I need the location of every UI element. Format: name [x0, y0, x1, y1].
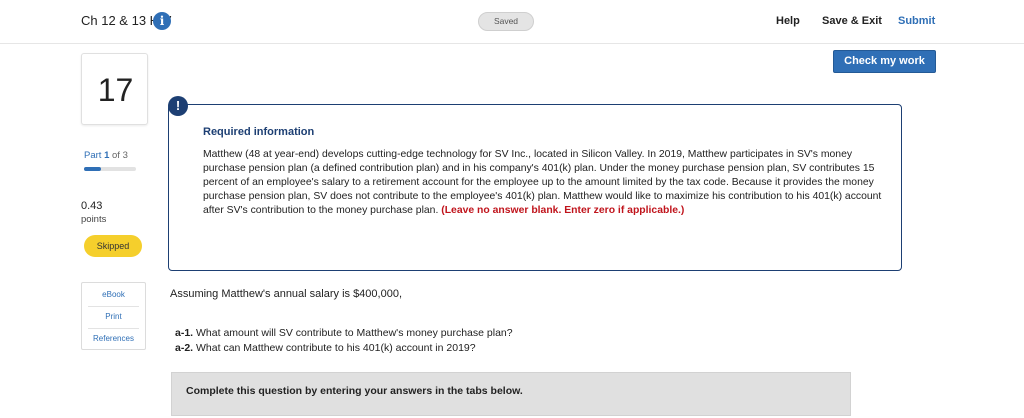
a1-label: a-1. — [175, 327, 194, 339]
required-information-warning: (Leave no answer blank. Enter zero if ap… — [441, 205, 685, 216]
skipped-badge: Skipped — [84, 235, 142, 257]
complete-question-text: Complete this question by entering your … — [186, 385, 523, 397]
check-my-work-button[interactable]: Check my work — [833, 50, 936, 73]
question-a1: a-1. What amount will SV contribute to M… — [175, 327, 513, 339]
references-link[interactable]: References — [82, 334, 145, 343]
saved-status-badge: Saved — [478, 12, 534, 31]
assumption-text: Assuming Matthew's annual salary is $400… — [170, 288, 403, 300]
required-information-box: Required information Matthew (48 at year… — [168, 104, 902, 271]
ebook-link[interactable]: eBook — [82, 290, 145, 299]
question-number-box: 17 — [81, 53, 148, 125]
question-number: 17 — [97, 72, 134, 108]
points-value: 0.43 — [81, 200, 103, 212]
submit-link[interactable]: Submit — [898, 15, 935, 27]
print-link[interactable]: Print — [82, 312, 145, 321]
alert-icon: ! — [168, 96, 188, 116]
resources-divider — [88, 328, 139, 329]
part-progress-fill — [84, 167, 102, 171]
points-label: points — [81, 214, 107, 225]
required-information-title: Required information — [203, 126, 315, 138]
resources-divider — [88, 306, 139, 307]
part-progress-bar — [84, 167, 136, 171]
part-of: of 3 — [112, 150, 128, 161]
help-link[interactable]: Help — [776, 15, 800, 27]
save-exit-link[interactable]: Save & Exit — [822, 15, 882, 27]
info-icon[interactable]: i — [153, 12, 171, 30]
resources-panel: eBook Print References — [81, 282, 146, 350]
a2-text: What can Matthew contribute to his 401(k… — [196, 342, 476, 354]
part-current: 1 — [104, 150, 110, 161]
a1-text: What amount will SV contribute to Matthe… — [196, 327, 513, 339]
part-prefix: Part — [84, 150, 102, 161]
top-bar: Ch 12 & 13 HW i Saved Help Save & Exit S… — [0, 0, 1024, 44]
complete-question-banner: Complete this question by entering your … — [171, 372, 851, 416]
part-indicator: Part 1 of 3 — [84, 150, 128, 161]
question-a2: a-2. What can Matthew contribute to his … — [175, 342, 476, 354]
a2-label: a-2. — [175, 342, 194, 354]
required-information-body: Matthew (48 at year-end) develops cuttin… — [203, 148, 883, 218]
